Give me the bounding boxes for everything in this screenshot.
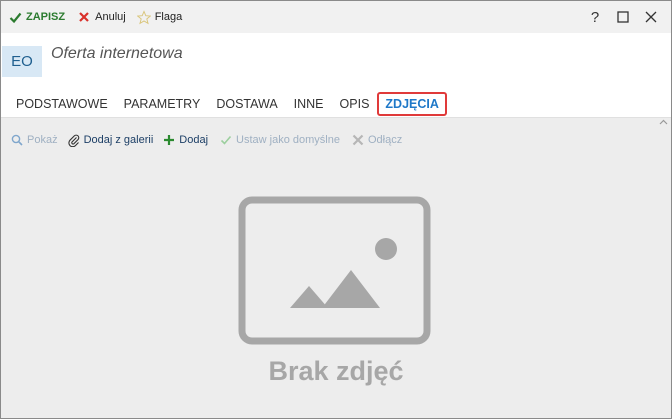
- tab-parametry[interactable]: PARAMETRY: [122, 95, 203, 113]
- chevron-up-icon: [659, 119, 668, 125]
- tab-zdjecia[interactable]: ZDJĘCIA: [377, 92, 447, 116]
- tab-dostawa[interactable]: DOSTAWA: [214, 95, 279, 113]
- flag-label: Flaga: [154, 11, 183, 23]
- add-button[interactable]: Dodaj: [163, 134, 208, 146]
- detach-button[interactable]: Odłącz: [352, 134, 402, 146]
- cancel-label: Anuluj: [95, 11, 126, 23]
- save-label: ZAPISZ: [26, 11, 66, 23]
- search-icon: [11, 134, 23, 146]
- tab-podstawowe[interactable]: PODSTAWOWE: [14, 95, 110, 113]
- show-label: Pokaż: [27, 134, 58, 146]
- cancel-button[interactable]: Anuluj: [77, 10, 126, 24]
- photo-toolbar: Pokaż Dodaj z galerii Dodaj Ustaw jako d…: [1, 127, 671, 153]
- avatar: EO: [2, 46, 42, 77]
- command-bar: ZAPISZ Anuluj Flaga ?: [1, 1, 671, 33]
- detach-label: Odłącz: [367, 134, 403, 146]
- close-window-button[interactable]: [637, 3, 665, 31]
- checkmark-icon: [8, 10, 22, 24]
- empty-state: Brak zdjęć: [1, 196, 671, 396]
- maximize-icon: [617, 11, 629, 23]
- dialog-window: ZAPISZ Anuluj Flaga ? EO Oferta internet…: [0, 0, 672, 419]
- page-title: Oferta internetowa: [51, 45, 183, 62]
- flag-button[interactable]: Flaga: [136, 9, 183, 24]
- close-icon: [77, 10, 91, 24]
- close-window-icon: [645, 11, 657, 23]
- checkmark-icon: [220, 134, 232, 146]
- tab-bar: PODSTAWOWE PARAMETRY DOSTAWA INNE OPIS Z…: [1, 91, 671, 118]
- save-button[interactable]: ZAPISZ: [8, 10, 65, 24]
- empty-state-label: Brak zdjęć: [268, 356, 404, 386]
- window-controls: ?: [581, 1, 665, 33]
- add-from-gallery-button[interactable]: Dodaj z galerii: [67, 134, 154, 147]
- image-placeholder-icon: [238, 196, 431, 345]
- tab-opis[interactable]: OPIS: [338, 95, 372, 113]
- show-button[interactable]: Pokaż: [11, 134, 58, 146]
- plus-icon: [163, 134, 175, 146]
- add-label: Dodaj: [179, 134, 209, 146]
- star-icon: [136, 9, 151, 24]
- tab-inne[interactable]: INNE: [292, 95, 326, 113]
- maximize-button[interactable]: [609, 3, 637, 31]
- set-default-button[interactable]: Ustaw jako domyślne: [220, 134, 340, 146]
- set-default-label: Ustaw jako domyślne: [236, 134, 340, 146]
- close-icon: [352, 134, 364, 146]
- help-button[interactable]: ?: [581, 3, 609, 31]
- add-from-gallery-label: Dodaj z galerii: [83, 134, 154, 146]
- paperclip-icon: [67, 134, 80, 147]
- record-header: EO Oferta internetowa: [1, 33, 671, 91]
